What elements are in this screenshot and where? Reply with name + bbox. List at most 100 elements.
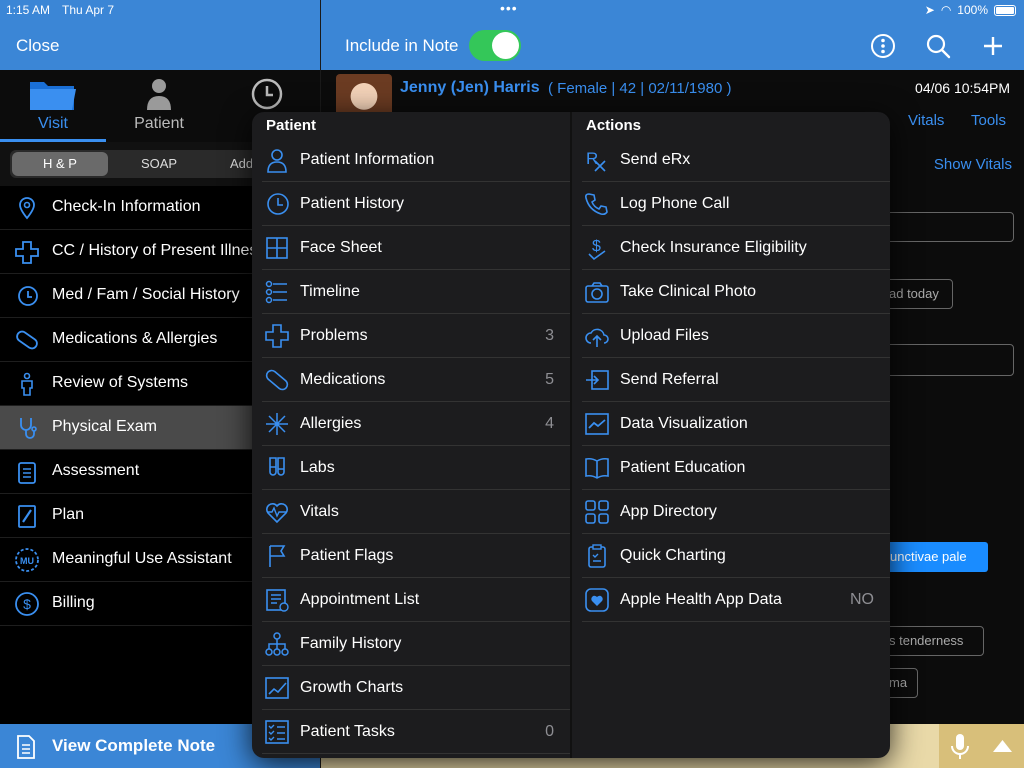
stethoscope-icon [20, 418, 37, 439]
status-time: 1:15 AM [6, 3, 51, 17]
person-icon [267, 149, 287, 173]
multitask-dots[interactable]: ••• [500, 0, 518, 16]
menu-item-appointment-list[interactable]: Appointment List [252, 578, 570, 622]
patient-name[interactable]: Jenny (Jen) Harris [400, 79, 540, 97]
pill-icon [16, 330, 38, 350]
chip-tenderness-label: s tenderness [889, 633, 964, 648]
expand-button[interactable] [981, 724, 1024, 768]
book-icon [585, 457, 609, 479]
line-chart-icon [265, 677, 289, 699]
menu-item-face-sheet[interactable]: Face Sheet [252, 226, 570, 270]
flag-icon [269, 545, 286, 567]
patient-demographics[interactable]: ( Female | 42 | 02/11/1980 ) [548, 80, 731, 97]
menu-item-label: Timeline [300, 283, 360, 300]
sidebar-item-label: Med / Fam / Social History [52, 286, 240, 303]
add-icon[interactable] [979, 32, 1007, 60]
menu-item-upload-files[interactable]: Upload Files [572, 314, 890, 358]
vitals-link[interactable]: Vitals [908, 112, 944, 129]
chip-today[interactable]: ad today [880, 279, 953, 309]
text-field[interactable] [880, 212, 1014, 242]
tab-patient[interactable]: Patient [106, 70, 212, 142]
sidebar-item-label: Meaningful Use Assistant [52, 550, 232, 567]
menu-item-label: Check Insurance Eligibility [620, 239, 807, 256]
menu-item-family-history[interactable]: Family History [252, 622, 570, 666]
segment-h-and-p[interactable]: H & P [12, 152, 108, 176]
dollar-check-icon: $ [588, 238, 606, 261]
cloud-upload-icon [585, 328, 609, 347]
menu-item-count: 4 [545, 415, 554, 432]
chip-conjunctivae[interactable]: unctivae pale [880, 542, 988, 572]
patient-section-header: Patient [266, 117, 317, 134]
menu-item-patient-information[interactable]: Patient Information [252, 138, 570, 182]
chip-tenderness[interactable]: s tenderness [880, 626, 984, 656]
menu-item-patient-tasks[interactable]: Patient Tasks 0 [252, 710, 570, 754]
sparkle-icon [266, 413, 288, 435]
menu-item-app-directory[interactable]: App Directory [572, 490, 890, 534]
family-tree-icon [265, 632, 289, 656]
sidebar-item-label: Medications & Allergies [52, 330, 218, 347]
sidebar-item-label: Check-In Information [52, 198, 201, 215]
menu-item-patient-education[interactable]: Patient Education [572, 446, 890, 490]
menu-item-label: Medications [300, 371, 386, 388]
menu-item-label: Log Phone Call [620, 195, 730, 212]
chart-icon [585, 413, 609, 435]
sidebar-item-label: Assessment [52, 462, 140, 479]
status-bar: 1:15 AM Thu Apr 7 ••• ➤ ◠ 100% [0, 0, 1024, 22]
menu-item-label: Face Sheet [300, 239, 382, 256]
menu-item-growth-charts[interactable]: Growth Charts [252, 666, 570, 710]
dictation-button[interactable] [939, 724, 981, 768]
patient-actions-popover: Patient Patient Information Patient Hist… [252, 112, 890, 758]
menu-item-label: Allergies [300, 415, 362, 432]
menu-item-apple-health-data[interactable]: Apple Health App Data NO [572, 578, 890, 622]
menu-item-label: Patient History [300, 195, 405, 212]
menu-item-patient-flags[interactable]: Patient Flags [252, 534, 570, 578]
show-vitals-link[interactable]: Show Vitals [934, 156, 1012, 173]
menu-item-log-phone-call[interactable]: Log Phone Call [572, 182, 890, 226]
status-date: Thu Apr 7 [62, 3, 115, 17]
pencil-icon [18, 505, 36, 528]
menu-item-send-referral[interactable]: Send Referral [572, 358, 890, 402]
segment-soap[interactable]: SOAP [110, 150, 208, 178]
clipboard-icon [18, 462, 36, 484]
body-icon [21, 372, 33, 396]
more-options-icon[interactable] [869, 32, 897, 60]
menu-item-quick-charting[interactable]: Quick Charting [572, 534, 890, 578]
timeline-icon [265, 280, 287, 304]
pill-icon [265, 369, 289, 391]
actions-column: Actions R Send eRx Log Phone Call $ Chec… [572, 112, 890, 622]
menu-item-take-clinical-photo[interactable]: Take Clinical Photo [572, 270, 890, 314]
tab-patient-label: Patient [134, 115, 184, 132]
tools-link[interactable]: Tools [971, 112, 1006, 129]
search-icon[interactable] [924, 32, 952, 60]
menu-item-check-insurance[interactable]: $ Check Insurance Eligibility [572, 226, 890, 270]
menu-item-label: Problems [300, 327, 368, 344]
menu-item-medications[interactable]: Medications 5 [252, 358, 570, 402]
menu-item-label: Vitals [300, 503, 339, 520]
svg-text:$: $ [592, 238, 601, 255]
menu-item-timeline[interactable]: Timeline [252, 270, 570, 314]
svg-text:MU: MU [20, 556, 34, 566]
menu-item-label: Upload Files [620, 327, 709, 344]
location-pin-icon [19, 197, 35, 220]
camera-icon [585, 282, 609, 303]
menu-item-send-erx[interactable]: R Send eRx [572, 138, 890, 182]
menu-item-problems[interactable]: Problems 3 [252, 314, 570, 358]
menu-item-allergies[interactable]: Allergies 4 [252, 402, 570, 446]
menu-item-label: Appointment List [300, 591, 420, 608]
menu-item-vitals[interactable]: Vitals [252, 490, 570, 534]
svg-text:R: R [586, 149, 598, 168]
close-button[interactable]: Close [16, 36, 59, 56]
include-in-note-toggle[interactable] [469, 30, 521, 61]
menu-item-patient-history[interactable]: Patient History [252, 182, 570, 226]
tab-visit[interactable]: Visit [0, 70, 106, 142]
menu-item-label: App Directory [620, 503, 717, 520]
text-field[interactable] [880, 344, 1014, 376]
menu-item-labs[interactable]: Labs [252, 446, 570, 490]
clipboard-icon [588, 544, 606, 568]
rx-icon: R [586, 149, 606, 172]
menu-item-label: Patient Education [620, 459, 746, 476]
microphone-icon [951, 734, 969, 759]
person-icon [147, 79, 171, 110]
menu-item-data-visualization[interactable]: Data Visualization [572, 402, 890, 446]
menu-item-label: Send eRx [620, 151, 691, 168]
